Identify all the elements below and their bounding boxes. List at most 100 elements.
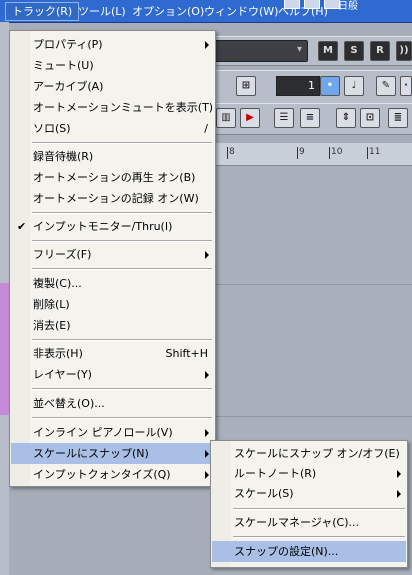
menu-item-label: 録音待機(R): [33, 150, 94, 163]
submenu-arrow-icon: [205, 251, 209, 259]
mute-button[interactable]: M: [318, 41, 338, 61]
submenu-arrow-icon: [205, 471, 209, 479]
menu-separator: [32, 240, 212, 242]
lane-divider: [213, 284, 412, 285]
menu-item-label: ソロ(S): [33, 122, 71, 135]
track-dropdown[interactable]: ▾: [214, 40, 308, 62]
menu-item-input-monitor[interactable]: ✔ インプットモニター/Thru(I): [11, 216, 214, 237]
menu-item-label: スナップの設定(N)...: [234, 545, 339, 558]
play-marker-icon[interactable]: ▶: [240, 108, 260, 128]
submenu-arrow-icon: [205, 371, 209, 379]
menu-item-label: スケール(S): [234, 487, 294, 500]
menu-item-label: ミュート(U): [33, 59, 94, 72]
menu-item-label: 削除(L): [33, 298, 70, 311]
more-icon[interactable]: ·: [400, 76, 412, 96]
menu-separator: [32, 388, 212, 390]
zoom-vertical-icon[interactable]: ⇕: [336, 108, 356, 128]
input-echo-button[interactable]: )): [396, 41, 412, 61]
menu-item-show-automation-mute[interactable]: オートメーションミュートを表示(T): [11, 97, 214, 118]
menu-item-label: オートメーションミュートを表示(T): [33, 101, 214, 114]
ruler-tick: 8: [227, 147, 235, 159]
menu-item-scale[interactable]: スケール(S): [212, 483, 406, 504]
grid-icon[interactable]: ▥: [216, 108, 236, 128]
menu-item-mute[interactable]: ミュート(U): [11, 55, 214, 76]
menu-item-label: レイヤー(Y): [33, 368, 92, 381]
menu-item-erase[interactable]: 消去(E): [11, 315, 214, 336]
menu-item-snap-toggle[interactable]: スケールにスナップ オン/オフ(E): [212, 443, 406, 464]
menu-item-archive[interactable]: アーカイブ(A): [11, 76, 214, 97]
submenu-arrow-icon: [397, 490, 401, 498]
lane-divider: [213, 416, 412, 417]
chevron-down-icon: ▾: [296, 44, 302, 55]
ime-status-text: 日般: [338, 1, 358, 12]
track-menu: プロパティ(P) ミュート(U) アーカイブ(A) オートメーションミュートを表…: [9, 30, 216, 487]
menu-item-label: 複製(C)...: [33, 277, 82, 290]
menu-item-scale-manager[interactable]: スケールマネージャ(C)...: [212, 512, 406, 533]
menu-separator: [233, 508, 405, 510]
menu-item-solo[interactable]: ソロ(S) /: [11, 118, 214, 139]
menu-item-record-arm[interactable]: 録音待機(R): [11, 146, 214, 167]
zoom-fit-icon[interactable]: ⊡: [360, 108, 380, 128]
record-arm-button[interactable]: R: [370, 41, 390, 61]
menu-separator: [32, 142, 212, 144]
menu-item-freeze[interactable]: フリーズ(F): [11, 244, 214, 265]
menu-separator: [32, 268, 212, 270]
menu-item-label: 並べ替え(O)...: [33, 397, 105, 410]
menu-item-label: プロパティ(P): [33, 38, 103, 51]
menu-item-snap-settings[interactable]: スナップの設定(N)...: [212, 541, 406, 562]
submenu-arrow-icon: [205, 41, 209, 49]
menu-item-hide[interactable]: 非表示(H) Shift+H: [11, 343, 214, 364]
menu-item-label: インライン ピアノロール(V): [33, 426, 173, 439]
menu-item-label: スケールマネージャ(C)...: [234, 516, 359, 529]
menu-bar: トラック(R) ツール(L) オプション(O) ウィンドウ(W) ヘルプ(H) …: [0, 0, 412, 23]
menu-item-layer[interactable]: レイヤー(Y): [11, 364, 214, 385]
menu-item-input-quantize[interactable]: インプットクォンタイズ(Q): [11, 464, 214, 485]
quantize-icon[interactable]: ☰: [274, 108, 294, 128]
menu-track[interactable]: トラック(R): [5, 2, 80, 21]
submenu-arrow-icon: [205, 429, 209, 437]
solo-button[interactable]: S: [344, 41, 364, 61]
menu-item-snap-to-scale[interactable]: スケールにスナップ(N): [11, 443, 214, 464]
number-field[interactable]: 1: [276, 76, 320, 96]
align-icon[interactable]: ≣: [388, 108, 408, 128]
menu-item-root-note[interactable]: ルートノート(R): [212, 463, 406, 484]
ruler-tick: 9: [297, 147, 305, 159]
menu-separator: [233, 536, 405, 538]
ime-icon: [304, 0, 320, 9]
ruler-tick: 10: [328, 147, 343, 159]
menu-item-sort[interactable]: 並べ替え(O)...: [11, 393, 214, 414]
list-icon[interactable]: ≡: [300, 108, 320, 128]
menu-tools[interactable]: ツール(L): [72, 3, 132, 20]
submenu-arrow-icon: [397, 470, 401, 478]
tool-icon[interactable]: ⊞: [236, 76, 256, 96]
note-icon[interactable]: ♩: [344, 76, 364, 96]
menu-separator: [32, 417, 212, 419]
menu-item-label: インプットクォンタイズ(Q): [33, 468, 171, 481]
submenu-arrow-icon: [205, 450, 209, 458]
menu-item-delete[interactable]: 削除(L): [11, 294, 214, 315]
menu-item-label: ルートノート(R): [234, 467, 317, 480]
menu-item-automation-play[interactable]: オートメーションの再生 オン(B): [11, 167, 214, 188]
menu-item-clone[interactable]: 複製(C)...: [11, 273, 214, 294]
menu-item-label: 消去(E): [33, 319, 71, 332]
menu-item-label: オートメーションの記録 オン(W): [33, 192, 199, 205]
menu-item-properties[interactable]: プロパティ(P): [11, 34, 214, 55]
menu-item-automation-record[interactable]: オートメーションの記録 オン(W): [11, 188, 214, 209]
menu-item-label: アーカイブ(A): [33, 80, 104, 93]
edit-note-icon[interactable]: ✎: [376, 76, 396, 96]
menu-separator: [32, 212, 212, 214]
track-clip: [0, 283, 9, 415]
snap-to-scale-submenu: スケールにスナップ オン/オフ(E) ルートノート(R) スケール(S) スケー…: [210, 440, 408, 568]
menu-item-label: スケールにスナップ(N): [33, 447, 149, 460]
menu-item-label: スケールにスナップ オン/オフ(E): [234, 447, 400, 460]
menu-item-shortcut: Shift+H: [165, 347, 209, 360]
menu-item-label: 非表示(H): [33, 347, 83, 360]
menu-item-label: フリーズ(F): [33, 248, 92, 261]
menu-item-inline-piano-roll[interactable]: インライン ピアノロール(V): [11, 422, 214, 443]
ruler-tick: 11: [366, 147, 381, 159]
system-tray: 日般: [262, 0, 412, 12]
checkmark-icon: ✔: [17, 220, 27, 233]
note-dot-icon[interactable]: •: [320, 76, 340, 96]
keyboard-icon: [284, 0, 300, 9]
menu-separator: [32, 339, 212, 341]
